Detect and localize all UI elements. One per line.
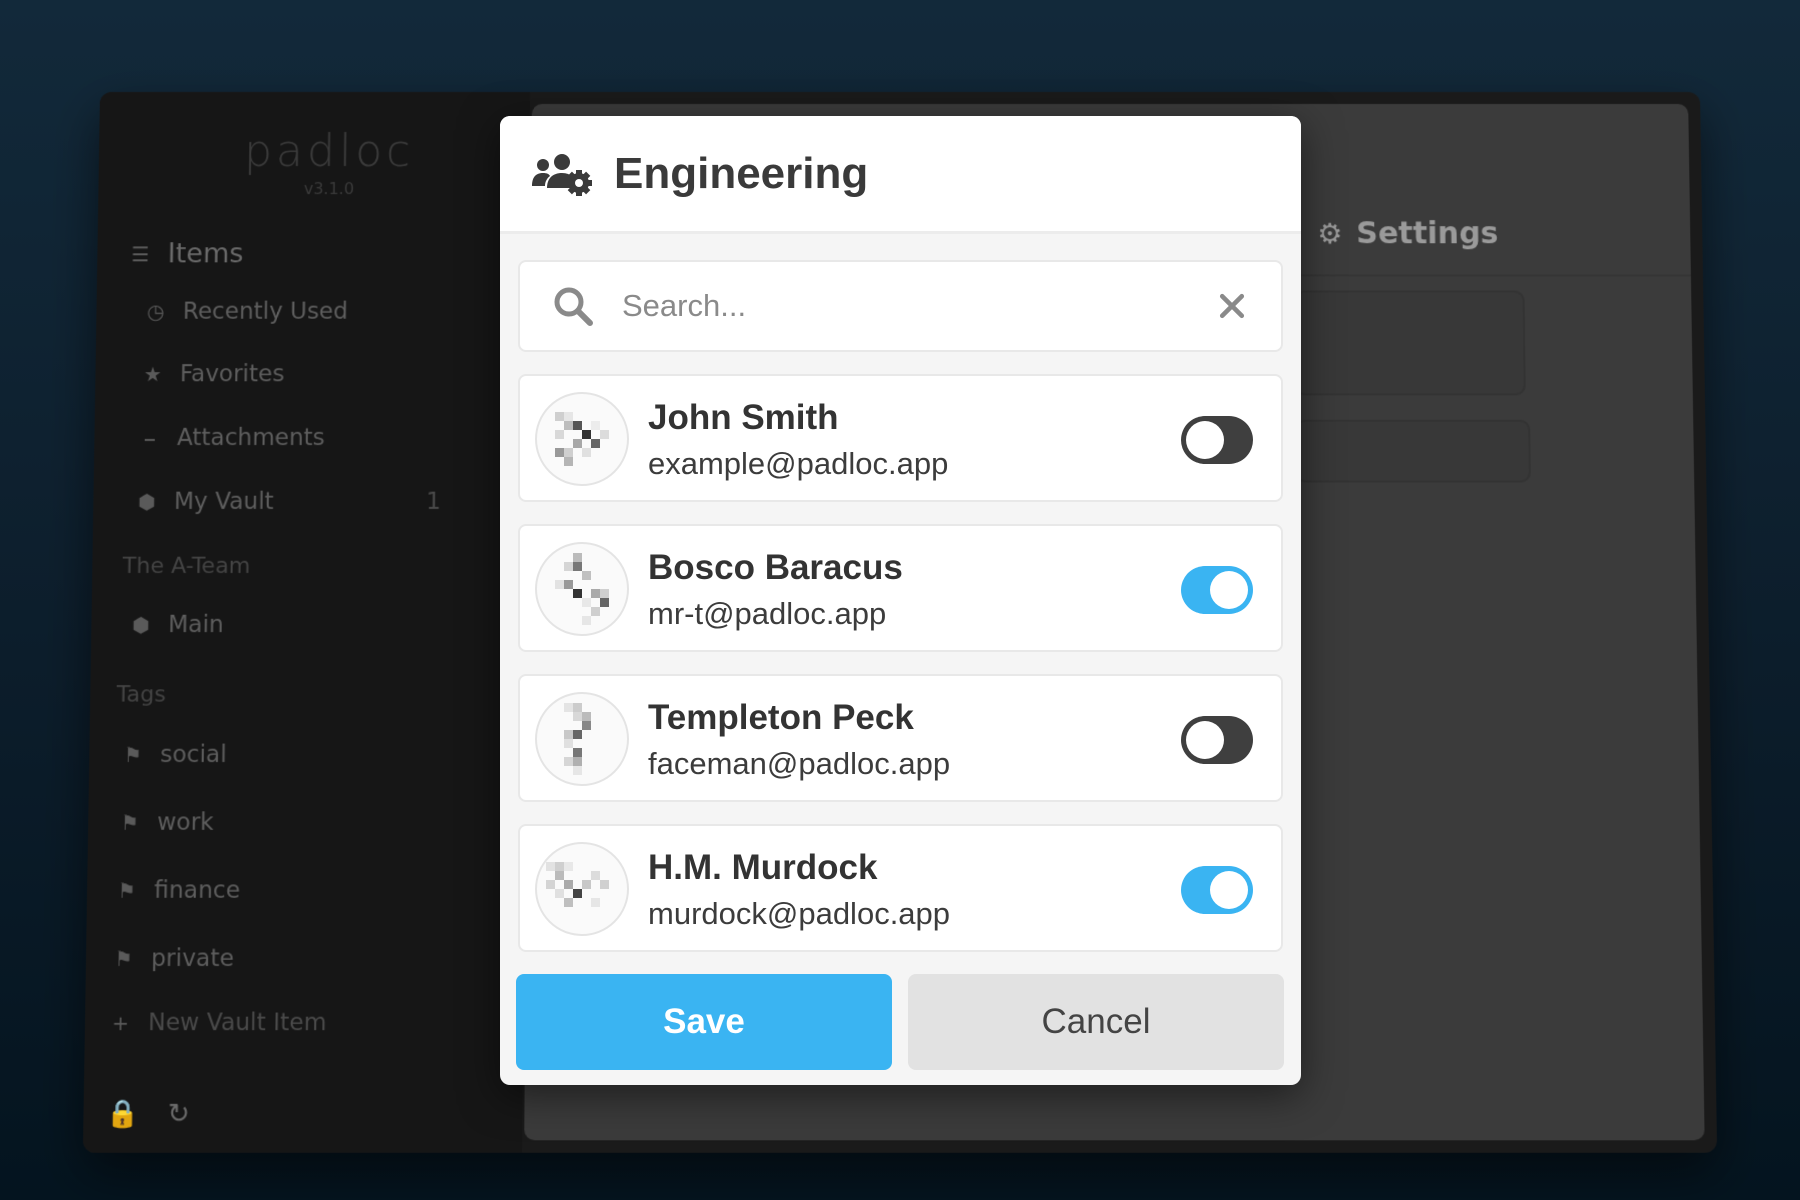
tag-icon: ⚑ — [117, 878, 137, 903]
member-email: example@padloc.app — [648, 446, 949, 481]
toggle-knob — [1210, 571, 1248, 609]
member-name: John Smith — [648, 398, 839, 437]
sidebar-item-label: work — [157, 809, 214, 836]
gear-icon: ⚙ — [1317, 217, 1343, 251]
dialog-header: Engineering — [500, 116, 1301, 234]
brand: padloc v3.1.0 — [229, 126, 430, 198]
member-row[interactable]: Bosco Baracus mr-t@padloc.app — [518, 524, 1283, 652]
sidebar-item-label: Main — [168, 611, 224, 639]
sidebar: padloc v3.1.0 ☰ Items ◷ Recently Used ★ … — [82, 92, 530, 1153]
member-name: Templeton Peck — [648, 698, 914, 737]
sidebar-item-label: New Vault Item — [147, 1009, 327, 1037]
member-list: John Smith example@padloc.app Bosco Bara… — [518, 374, 1283, 974]
sidebar-item-label: Items — [167, 238, 244, 270]
group-members-dialog: Engineering Search... John Smith example… — [500, 116, 1301, 1085]
sidebar-item-recently-used[interactable]: ◷ Recently Used — [142, 299, 348, 325]
close-icon — [1219, 293, 1245, 319]
clock-icon: ◷ — [146, 299, 165, 324]
member-toggle[interactable] — [1181, 416, 1253, 464]
settings-label: Settings — [1356, 216, 1499, 252]
sync-icon[interactable]: ↻ — [167, 1099, 190, 1130]
sidebar-item-main[interactable]: ⬢ Main — [128, 612, 224, 639]
vault-count: 1 — [425, 488, 442, 516]
toggle-knob — [1210, 871, 1248, 909]
tag-icon: ⚑ — [120, 810, 140, 835]
member-email: faceman@padloc.app — [648, 746, 951, 781]
avatar — [535, 692, 629, 786]
search-box — [518, 260, 1283, 352]
member-email: murdock@padloc.app — [648, 896, 951, 931]
avatar — [535, 542, 629, 636]
paperclip-icon: ⎯ — [144, 425, 156, 451]
member-email: mr-t@padloc.app — [648, 596, 887, 631]
app-version: v3.1.0 — [303, 179, 355, 199]
member-row[interactable]: Templeton Peck faceman@padloc.app — [518, 674, 1283, 802]
sidebar-item-tag-private[interactable]: ⚑ private — [110, 945, 234, 972]
save-button[interactable]: Save — [516, 974, 892, 1070]
sidebar-item-my-vault[interactable]: ⬢ My Vault 1 — [134, 488, 441, 516]
sidebar-item-label: social — [160, 741, 227, 769]
settings-link[interactable]: ⚙ Settings — [1317, 216, 1499, 251]
sidebar-footer: 🔒 ↻ — [106, 1099, 190, 1130]
member-toggle[interactable] — [1181, 566, 1253, 614]
sidebar-item-items[interactable]: ☰ Items — [127, 238, 243, 269]
cube-icon: ⬢ — [131, 612, 150, 638]
sidebar-item-label: My Vault — [173, 488, 274, 516]
member-name: H.M. Murdock — [648, 848, 878, 887]
clear-search-button[interactable] — [1209, 283, 1255, 329]
cancel-button[interactable]: Cancel — [908, 974, 1284, 1070]
sidebar-item-label: Favorites — [179, 361, 285, 388]
sidebar-item-label: Recently Used — [182, 298, 349, 325]
org-section-label: The A-Team — [122, 553, 251, 580]
sidebar-item-tag-social[interactable]: ⚑ social — [120, 742, 227, 769]
star-icon: ★ — [143, 362, 162, 387]
sidebar-item-tag-finance[interactable]: ⚑ finance — [113, 877, 240, 904]
search-input[interactable] — [622, 276, 1209, 336]
avatar — [535, 842, 629, 936]
sidebar-item-label: finance — [153, 877, 241, 904]
avatar — [535, 392, 629, 486]
tag-icon: ⚑ — [123, 742, 143, 768]
sidebar-item-attachments[interactable]: ⎯ Attachments — [137, 425, 325, 451]
background-card — [1293, 290, 1526, 396]
sidebar-item-label: private — [150, 945, 235, 973]
users-cog-icon — [532, 153, 592, 196]
member-row[interactable]: H.M. Murdock murdock@padloc.app — [518, 824, 1283, 952]
sidebar-item-label: Attachments — [176, 424, 325, 452]
brand-logo: padloc — [243, 125, 415, 178]
list-icon: ☰ — [131, 241, 150, 266]
search-icon — [554, 287, 593, 326]
dialog-title: Engineering — [614, 148, 869, 198]
plus-icon: + — [111, 1010, 130, 1036]
member-name: Bosco Baracus — [648, 548, 903, 587]
toggle-knob — [1186, 421, 1224, 459]
member-toggle[interactable] — [1181, 716, 1253, 764]
new-vault-item-button[interactable]: + New Vault Item — [107, 1009, 327, 1036]
sidebar-item-tag-work[interactable]: ⚑ work — [116, 809, 214, 836]
background-card — [1294, 419, 1531, 483]
sidebar-item-favorites[interactable]: ★ Favorites — [139, 361, 285, 388]
member-row[interactable]: John Smith example@padloc.app — [518, 374, 1283, 502]
tag-icon: ⚑ — [114, 946, 133, 972]
tags-section-label: Tags — [116, 682, 167, 708]
member-toggle[interactable] — [1181, 866, 1253, 914]
lock-icon[interactable]: 🔒 — [106, 1099, 140, 1130]
cube-icon: ⬢ — [137, 489, 156, 514]
toggle-knob — [1186, 721, 1224, 759]
